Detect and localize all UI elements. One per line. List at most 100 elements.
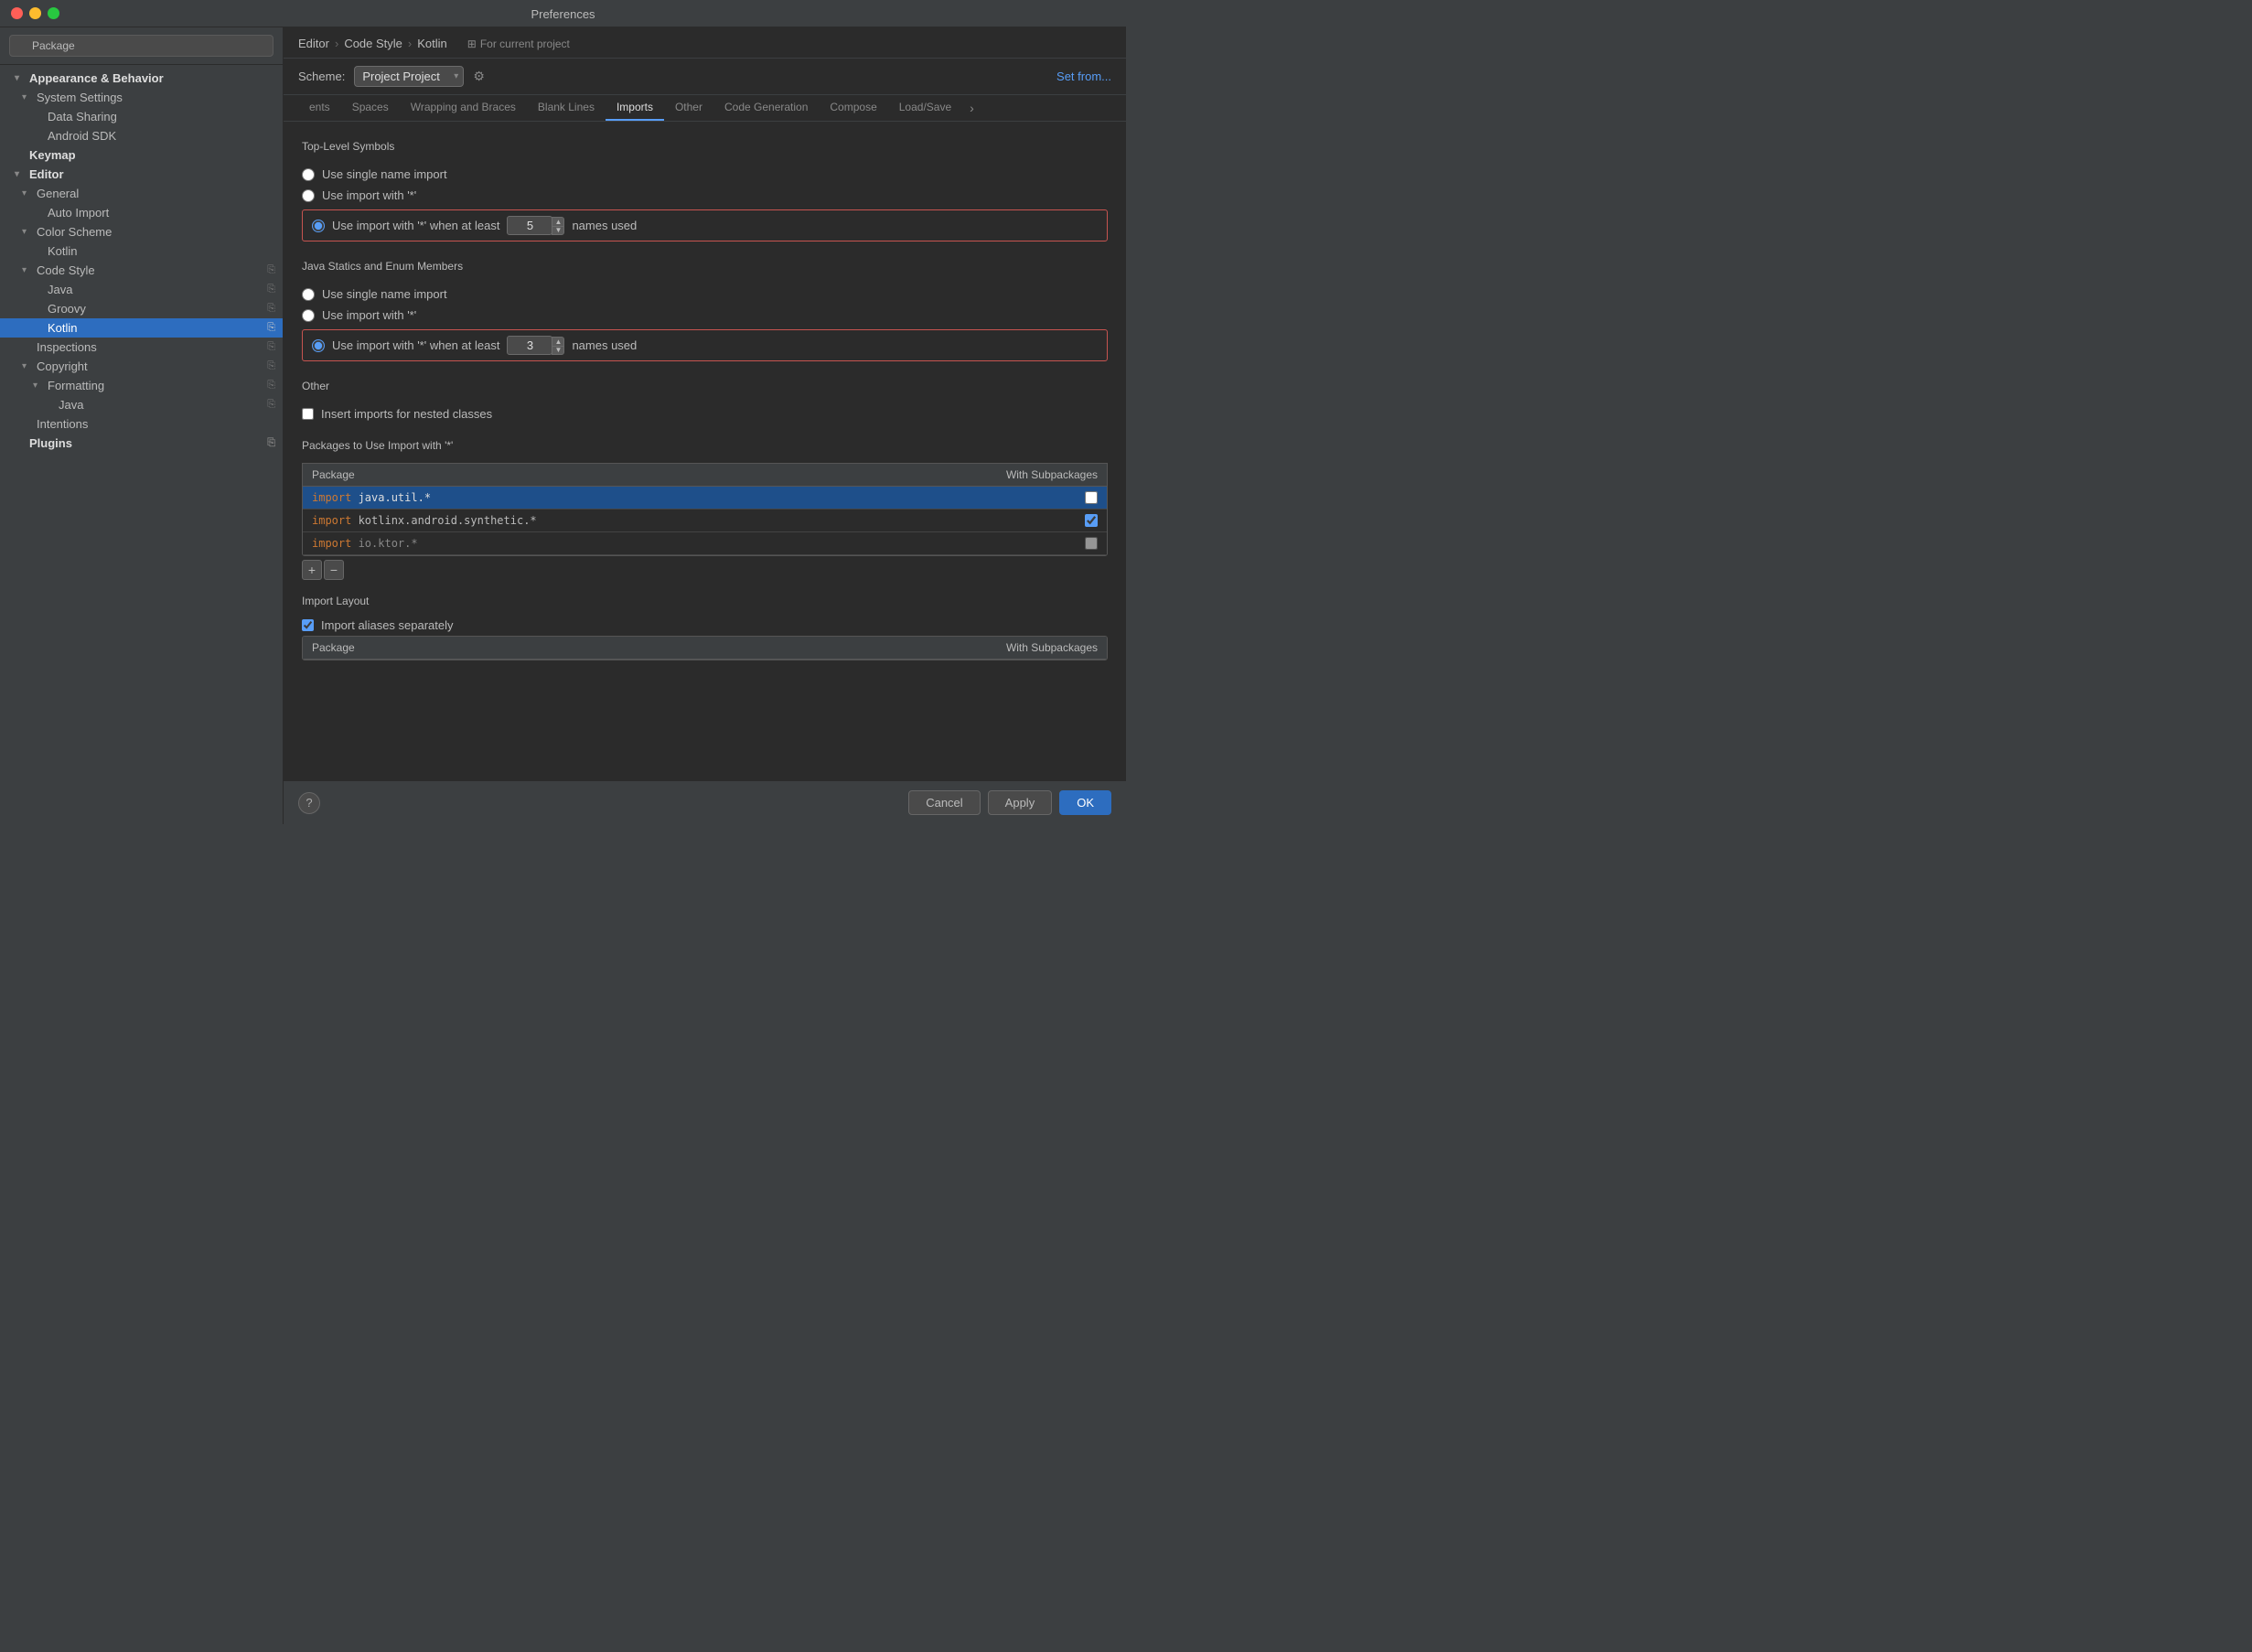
tab-imports[interactable]: Imports [606,95,664,121]
tl-atleast-box: Use import with '*' when at least ▲ ▼ na… [302,209,1108,241]
js-atleast-suffix: names used [572,338,637,352]
remove-package-button[interactable]: − [324,560,344,580]
sidebar-item-code-style[interactable]: ▾ Code Style ⎘ [0,261,283,280]
sidebar-item-formatting[interactable]: ▾ Formatting ⎘ [0,376,283,395]
table-row[interactable]: import io.ktor.* [303,532,1107,555]
scheme-select-wrapper: Project Project ▾ [354,66,464,87]
js-single-radio[interactable] [302,288,315,301]
tab-code-generation[interactable]: Code Generation [713,95,819,121]
tl-single-radio[interactable] [302,168,315,181]
sidebar-item-keymap[interactable]: Keymap [0,145,283,165]
sidebar-item-appearance-behavior[interactable]: ▾ Appearance & Behavior [0,69,283,88]
import-layout-col-package: Package [312,641,355,654]
tl-star-radio[interactable] [302,189,315,202]
pkg-subpackages-2[interactable] [1085,514,1098,527]
tl-spin-controls: ▲ ▼ [552,217,564,235]
import-layout-header-row: Package With Subpackages [303,637,1107,660]
js-spinbox[interactable] [507,336,552,355]
help-button[interactable]: ? [298,792,320,814]
sidebar-item-intentions[interactable]: Intentions [0,414,283,434]
window-controls[interactable] [11,7,59,19]
nested-classes-checkbox[interactable] [302,408,314,420]
tabs-more-icon[interactable]: › [962,95,981,121]
scheme-select[interactable]: Project Project [354,66,464,87]
sidebar-item-system-settings[interactable]: ▾ System Settings [0,88,283,107]
packages-section-title: Packages to Use Import with '*' [302,439,1108,452]
js-star-radio[interactable] [302,309,315,322]
packages-table: import java.util.* import kotlinx.androi… [302,486,1108,556]
import-aliases-checkbox[interactable] [302,619,314,631]
apply-button[interactable]: Apply [988,790,1053,815]
sidebar-item-color-scheme[interactable]: ▾ Color Scheme [0,222,283,241]
sidebar: ⌕ ▾ Appearance & Behavior ▾ System Setti… [0,27,284,824]
tl-spin-down[interactable]: ▼ [552,226,564,235]
maximize-button[interactable] [48,7,59,19]
table-row[interactable]: import kotlinx.android.synthetic.* [303,510,1107,532]
scheme-bar: Scheme: Project Project ▾ ⚙ Set from... [284,59,1126,95]
sidebar-item-plugins[interactable]: Plugins ⎘ [0,434,283,453]
tab-compose[interactable]: Compose [819,95,887,121]
set-from-link[interactable]: Set from... [1056,70,1111,83]
ok-button[interactable]: OK [1059,790,1111,815]
pkg-name-1: import java.util.* [312,491,1085,504]
import-layout-col-subpackages: With Subpackages [1006,641,1098,654]
tab-ents[interactable]: ents [298,95,341,121]
sidebar-search-area: ⌕ [0,27,283,65]
sidebar-item-kotlin[interactable]: Kotlin ⎘ [0,318,283,338]
js-star-row: Use import with '*' [302,305,1108,326]
sidebar-item-data-sharing[interactable]: Data Sharing [0,107,283,126]
js-spin-controls: ▲ ▼ [552,337,564,355]
packages-section: Packages to Use Import with '*' Package … [302,439,1108,580]
js-spin-up[interactable]: ▲ [552,337,564,346]
title-bar: Preferences [0,0,1126,27]
breadcrumb: Editor › Code Style › Kotlin ⊞ For curre… [284,27,1126,59]
sidebar-item-android-sdk[interactable]: Android SDK [0,126,283,145]
import-aliases-row: Import aliases separately [302,615,1108,636]
sidebar-item-inspections[interactable]: Inspections ⎘ [0,338,283,357]
table-actions: + − [302,560,1108,580]
tl-atleast-label: Use import with '*' when at least [332,219,499,232]
sidebar-item-general[interactable]: ▾ General [0,184,283,203]
other-section-title: Other [302,380,1108,392]
sidebar-item-java[interactable]: Java ⎘ [0,280,283,299]
tl-atleast-radio[interactable] [312,220,325,232]
tab-other[interactable]: Other [664,95,713,121]
copy-icon: ⎘ [267,380,275,392]
js-atleast-radio[interactable] [312,339,325,352]
breadcrumb-code-style: Code Style [344,37,402,50]
pkg-name-2: import kotlinx.android.synthetic.* [312,514,1085,527]
collapse-arrow: ▾ [15,169,26,179]
sidebar-item-auto-import[interactable]: Auto Import [0,203,283,222]
tl-spinbox[interactable] [507,216,552,235]
tab-wrapping-braces[interactable]: Wrapping and Braces [400,95,527,121]
js-spin-down[interactable]: ▼ [552,346,564,355]
close-button[interactable] [11,7,23,19]
minimize-button[interactable] [29,7,41,19]
sidebar-item-editor[interactable]: ▾ Editor [0,165,283,184]
top-level-radio-group: Use single name import Use import with '… [302,164,1108,241]
tl-spin-up[interactable]: ▲ [552,217,564,226]
pkg-subpackages-1[interactable] [1085,491,1098,504]
gear-icon[interactable]: ⚙ [473,69,485,84]
import-aliases-label: Import aliases separately [321,618,454,632]
search-input[interactable] [9,35,273,57]
collapse-arrow: ▾ [22,265,33,275]
copy-icon: ⎘ [267,303,275,315]
sidebar-item-java-format[interactable]: Java ⎘ [0,395,283,414]
table-row[interactable]: import java.util.* [303,487,1107,510]
col-package-header: Package [312,468,355,481]
pkg-subpackages-3[interactable] [1085,537,1098,550]
nested-classes-row: Insert imports for nested classes [302,403,1108,424]
sidebar-item-kotlin-color[interactable]: Kotlin [0,241,283,261]
cancel-button[interactable]: Cancel [908,790,980,815]
tab-blank-lines[interactable]: Blank Lines [527,95,606,121]
tl-single-label: Use single name import [322,167,447,181]
tl-star-label: Use import with '*' [322,188,416,202]
sidebar-item-groovy[interactable]: Groovy ⎘ [0,299,283,318]
tab-load-save[interactable]: Load/Save [888,95,962,121]
sidebar-item-copyright[interactable]: ▾ Copyright ⎘ [0,357,283,376]
copy-icon: ⎘ [267,322,275,334]
add-package-button[interactable]: + [302,560,322,580]
pkg-name-3: import io.ktor.* [312,537,1085,550]
tab-spaces[interactable]: Spaces [341,95,400,121]
